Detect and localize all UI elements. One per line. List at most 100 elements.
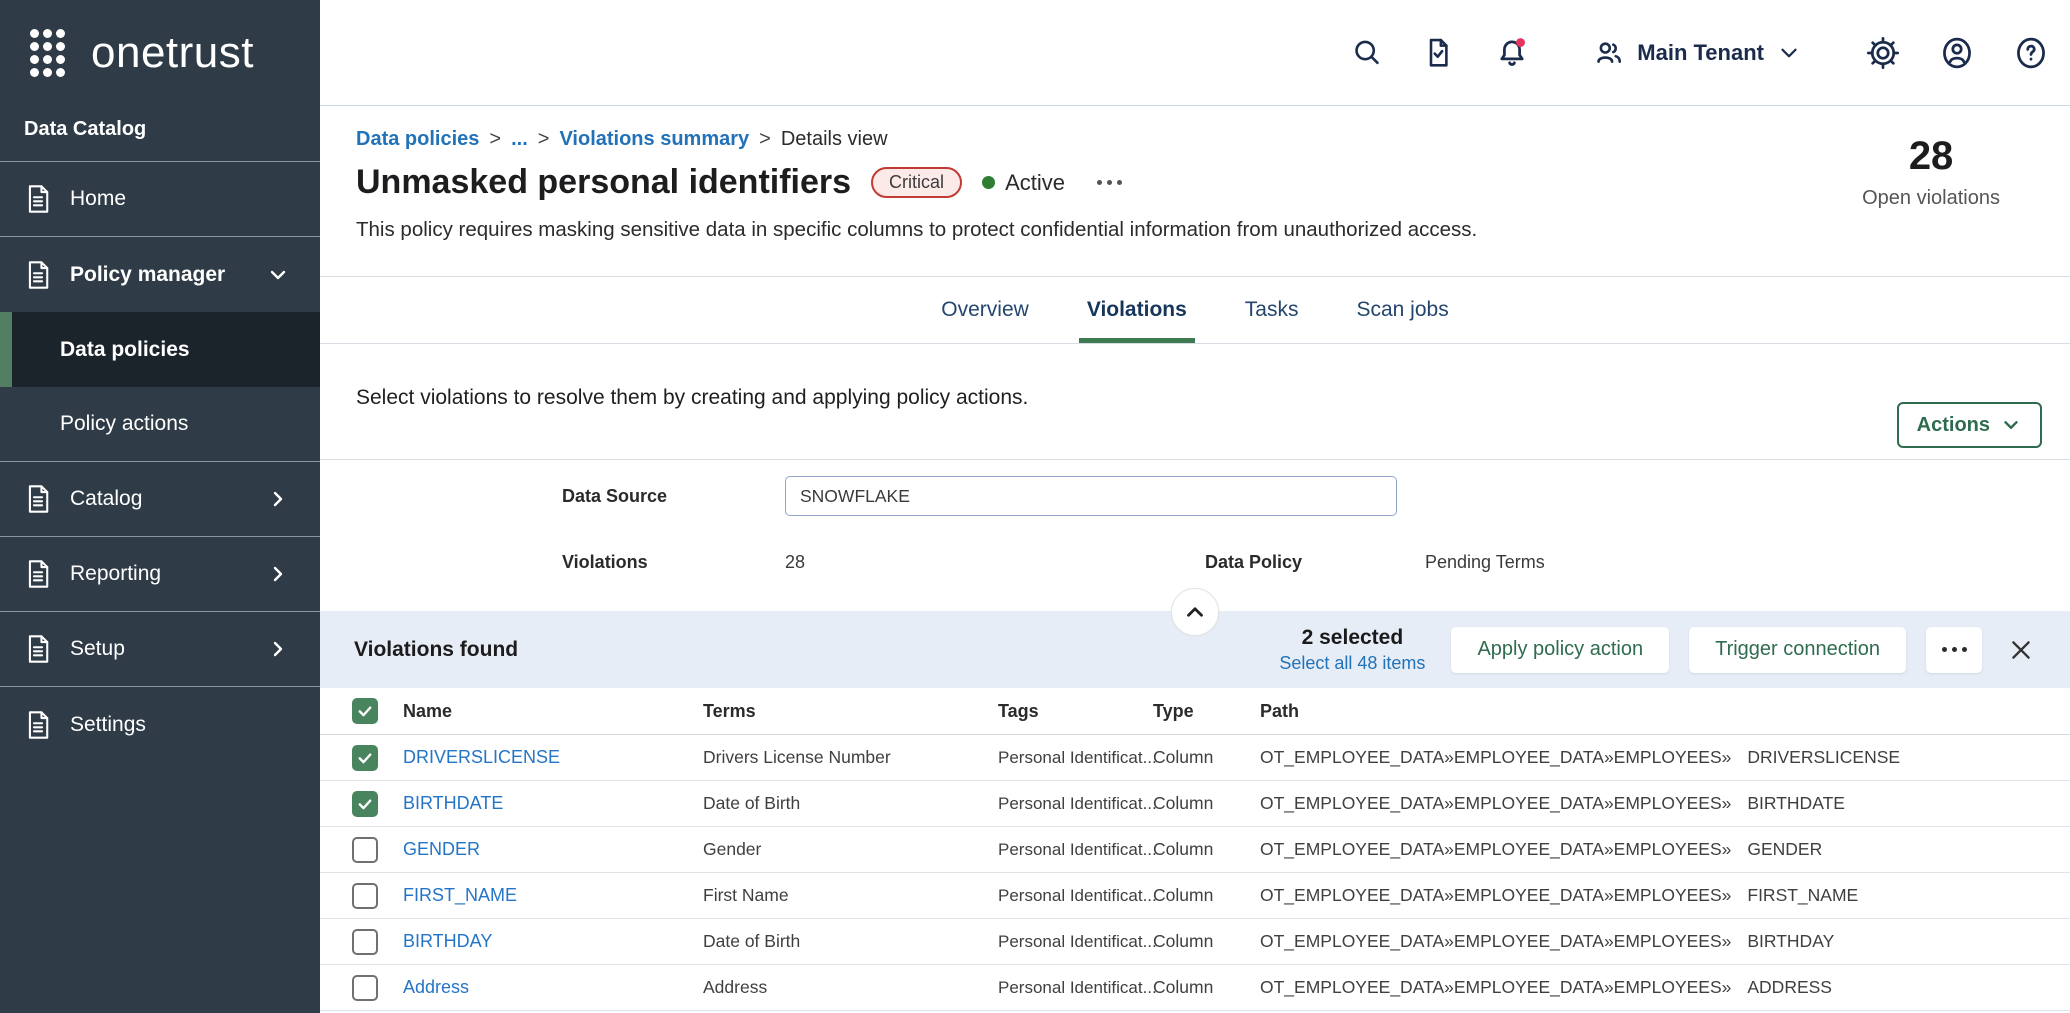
page-header: Data policies > ... > Violations summary… — [320, 106, 2070, 277]
violation-details-panel: Data Source Violations 28 Data Policy Pe… — [320, 459, 2070, 611]
terms-cell: First Name — [703, 885, 998, 906]
sidebar-item-data-policies[interactable]: Data policies — [0, 312, 320, 387]
row-checkbox[interactable] — [352, 975, 378, 1001]
sidebar-item-policy-actions[interactable]: Policy actions — [0, 387, 320, 462]
type-cell: Column — [1153, 747, 1260, 768]
severity-badge: Critical — [871, 167, 962, 198]
search-button[interactable] — [1351, 37, 1383, 69]
sidebar-item-reporting[interactable]: Reporting — [0, 537, 320, 612]
tab-overview[interactable]: Overview — [937, 277, 1033, 343]
open-violations-label: Open violations — [1862, 187, 2000, 210]
tab-violations[interactable]: Violations — [1083, 277, 1191, 343]
check-icon — [356, 795, 374, 813]
sidebar-item-label: Home — [70, 187, 126, 211]
title-more-menu-button[interactable] — [1091, 174, 1128, 191]
terms-cell: Date of Birth — [703, 793, 998, 814]
settings-button[interactable] — [1866, 36, 1900, 70]
column-header-name[interactable]: Name — [403, 701, 703, 722]
collapse-panel-button[interactable] — [1171, 588, 1219, 636]
tabs-bar: Overview Violations Tasks Scan jobs — [320, 277, 2070, 344]
selected-count: 2 selected — [1279, 626, 1425, 650]
trigger-connection-button[interactable]: Trigger connection — [1689, 627, 1906, 673]
violation-name-link[interactable]: BIRTHDATE — [403, 793, 503, 813]
close-icon — [2008, 637, 2034, 663]
apply-policy-action-button[interactable]: Apply policy action — [1451, 627, 1669, 673]
sidebar-item-label: Policy actions — [60, 412, 188, 436]
row-checkbox[interactable] — [352, 837, 378, 863]
tenant-label: Main Tenant — [1637, 40, 1764, 66]
tab-scan-jobs[interactable]: Scan jobs — [1352, 277, 1452, 343]
path-cell: OT_EMPLOYEE_DATA»EMPLOYEE_DATA»EMPLOYEES… — [1260, 977, 2070, 998]
help-icon — [2014, 36, 2048, 70]
tenant-switcher[interactable]: Main Tenant — [1593, 37, 1802, 69]
selection-summary: 2 selected Select all 48 items — [1279, 626, 1425, 674]
sidebar-item-setup[interactable]: Setup — [0, 612, 320, 687]
account-button[interactable] — [1940, 36, 1974, 70]
table-body: DRIVERSLICENSE Drivers License Number Pers… — [320, 735, 2070, 1011]
violation-name-link[interactable]: Address — [403, 977, 469, 997]
open-violations-summary: 28 Open violations — [1862, 134, 2000, 210]
app-root: onetrust Data Catalog Home Policy manage… — [0, 0, 2070, 1013]
sidebar-item-label: Settings — [70, 713, 146, 737]
tags-cell: Personal Identificat... — [998, 840, 1153, 860]
select-all-checkbox[interactable] — [352, 698, 378, 724]
row-checkbox[interactable] — [352, 745, 378, 771]
terms-cell: Drivers License Number — [703, 747, 998, 768]
violations-found-title: Violations found — [354, 638, 518, 662]
actions-button[interactable]: Actions — [1897, 402, 2042, 448]
tags-cell: Personal Identificat... — [998, 886, 1153, 906]
terms-cell: Gender — [703, 839, 998, 860]
breadcrumb-violations-summary[interactable]: Violations summary — [559, 128, 749, 151]
sidebar-item-home[interactable]: Home — [0, 162, 320, 237]
actions-button-label: Actions — [1917, 414, 1990, 437]
sidebar-item-policy-manager[interactable]: Policy manager — [0, 237, 320, 312]
document-icon — [24, 634, 52, 664]
help-button[interactable] — [2014, 36, 2048, 70]
tab-tasks[interactable]: Tasks — [1241, 277, 1303, 343]
breadcrumb-data-policies[interactable]: Data policies — [356, 128, 479, 151]
column-header-path[interactable]: Path — [1260, 701, 2070, 722]
sidebar-item-label: Setup — [70, 637, 125, 661]
document-icon — [24, 184, 52, 214]
select-all-link[interactable]: Select all 48 items — [1279, 653, 1425, 674]
sidebar-item-settings[interactable]: Settings — [0, 687, 320, 762]
sidebar-item-catalog[interactable]: Catalog — [0, 462, 320, 537]
chevron-right-icon — [266, 562, 290, 586]
document-check-icon — [1423, 37, 1455, 69]
column-header-type[interactable]: Type — [1153, 701, 1260, 722]
tasks-doc-button[interactable] — [1423, 37, 1455, 69]
chevron-up-icon — [1182, 599, 1208, 625]
table-row: BIRTHDATEDate of BirthPersonal Identific… — [320, 781, 2070, 827]
column-header-tags[interactable]: Tags — [998, 701, 1153, 722]
row-checkbox[interactable] — [352, 791, 378, 817]
document-icon — [24, 260, 52, 290]
brand-logo[interactable]: onetrust — [0, 0, 320, 106]
violations-instruction: Select violations to resolve them by cre… — [356, 386, 1028, 410]
breadcrumb-ellipsis[interactable]: ... — [511, 128, 528, 151]
violation-name-link[interactable]: DRIVERSLICENSE — [403, 747, 560, 767]
violation-name-link[interactable]: BIRTHDAY — [403, 931, 492, 951]
breadcrumb-separator: > — [489, 128, 501, 151]
column-header-terms[interactable]: Terms — [703, 701, 998, 722]
toolbar-close-button[interactable] — [2002, 631, 2040, 669]
table-row: BIRTHDAYDate of BirthPersonal Identifica… — [320, 919, 2070, 965]
chevron-down-icon — [266, 263, 290, 287]
waffle-grid-icon — [30, 29, 65, 77]
violation-name-link[interactable]: FIRST_NAME — [403, 885, 517, 905]
document-icon — [24, 484, 52, 514]
violation-name-link[interactable]: GENDER — [403, 839, 480, 859]
user-circle-icon — [1940, 36, 1974, 70]
path-cell: OT_EMPLOYEE_DATA»EMPLOYEE_DATA»EMPLOYEES… — [1260, 747, 2070, 768]
toolbar-more-button[interactable] — [1926, 627, 1982, 673]
notifications-button[interactable] — [1495, 36, 1529, 70]
bell-icon — [1495, 36, 1529, 70]
chevron-down-icon — [1776, 40, 1802, 66]
data-source-input[interactable] — [785, 476, 1397, 516]
terms-cell: Date of Birth — [703, 931, 998, 952]
table-row: AddressAddressPersonal Identificat...Col… — [320, 965, 2070, 1011]
row-checkbox[interactable] — [352, 883, 378, 909]
type-cell: Column — [1153, 977, 1260, 998]
check-icon — [356, 749, 374, 767]
row-checkbox[interactable] — [352, 929, 378, 955]
table-row: FIRST_NAME First NamePersonal Identificat… — [320, 873, 2070, 919]
